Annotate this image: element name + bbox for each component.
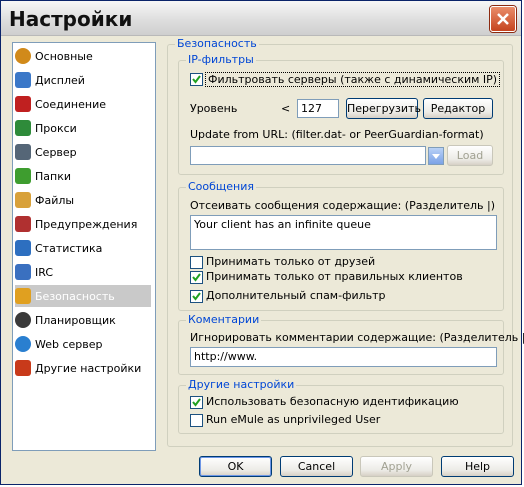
url-dropdown-button[interactable] <box>428 147 444 165</box>
check-icon <box>192 75 201 84</box>
security-title: Безопасность <box>175 37 259 50</box>
lock-icon <box>15 288 31 304</box>
comments-group: Коментарии Игнорировать комментарии соде… <box>178 313 524 375</box>
reload-button[interactable]: Перегрузить <box>346 98 421 119</box>
sidebar-item-label: Основные <box>35 49 93 63</box>
ipfilter-group: IP-фильтры Фильтровать серверы (также с … <box>178 53 504 175</box>
server-icon <box>15 144 31 160</box>
sidebar-item-label: Сервер <box>35 145 77 159</box>
statistics-icon <box>15 240 31 256</box>
sidebar-item-label: Прокси <box>35 121 77 135</box>
sidebar-item-folders[interactable]: Папки <box>15 165 151 187</box>
ok-button[interactable]: OK <box>199 456 272 477</box>
secure-id-label: Использовать безопасную идентификацию <box>206 395 459 408</box>
sidebar-item-label: Соединение <box>35 97 107 111</box>
check-icon <box>192 398 201 407</box>
sidebar-item-statistics[interactable]: Статистика <box>15 237 151 259</box>
sidebar-item-display[interactable]: Дисплей <box>15 69 151 91</box>
unprivileged-checkbox[interactable] <box>190 414 203 427</box>
secure-id-checkbox[interactable] <box>190 396 203 409</box>
editor-button[interactable]: Редактор <box>423 98 493 119</box>
sidebar-item-general[interactable]: Основные <box>15 45 151 67</box>
irc-icon <box>15 264 31 280</box>
load-button[interactable]: Load <box>447 145 493 166</box>
other-settings-title: Другие настройки <box>186 378 297 391</box>
sidebar-item-notifications[interactable]: Предупреждения <box>15 213 151 235</box>
close-icon <box>497 13 509 25</box>
level-label: Уровень <box>190 102 238 115</box>
sidebar-item-label: Другие настройки <box>35 361 142 375</box>
level-operator: < <box>281 102 291 115</box>
valid-clients-label: Принимать только от правильных клиентов <box>206 270 463 283</box>
settings-window: Настройки Основные Дисплей Соединение Пр… <box>0 0 524 485</box>
sidebar-item-label: Предупреждения <box>35 217 138 231</box>
friends-only-checkbox[interactable] <box>190 256 203 269</box>
gear-icon <box>15 48 31 64</box>
update-url-input[interactable] <box>190 146 426 165</box>
sidebar-item-server[interactable]: Сервер <box>15 141 151 163</box>
title-bar[interactable]: Настройки <box>1 1 521 36</box>
sidebar-item-connection[interactable]: Соединение <box>15 93 151 115</box>
files-icon <box>15 192 31 208</box>
apply-button[interactable]: Apply <box>360 456 433 477</box>
sidebar-item-label: Планировщик <box>35 313 116 327</box>
globe-icon <box>15 336 31 352</box>
messages-filter-input[interactable]: Your client has an infinite queue <box>190 215 497 250</box>
display-icon <box>15 72 31 88</box>
other-settings-group: Другие настройки Использовать безопасную… <box>178 378 504 434</box>
filter-servers-checkbox[interactable] <box>190 73 203 86</box>
sidebar-item-extended[interactable]: Другие настройки <box>15 357 151 379</box>
messages-group: Сообщения Отсеивать сообщения содержащие… <box>178 180 504 311</box>
filter-servers-label: Фильтровать серверы (также с динамически… <box>205 72 501 87</box>
warning-icon <box>15 216 31 232</box>
messages-filter-label: Отсеивать сообщения содержащие: (Раздели… <box>190 199 496 212</box>
check-icon <box>192 292 201 301</box>
sidebar-item-label: Файлы <box>35 193 75 207</box>
sidebar-item-security[interactable]: Безопасность <box>15 285 151 307</box>
check-icon <box>192 273 201 282</box>
sidebar-item-label: Дисплей <box>35 73 85 87</box>
sidebar-item-scheduler[interactable]: Планировщик <box>15 309 151 331</box>
window-title: Настройки <box>9 7 133 31</box>
sidebar-item-label: Статистика <box>35 241 103 255</box>
messages-title: Сообщения <box>186 180 257 193</box>
sidebar-item-proxy[interactable]: Прокси <box>15 117 151 139</box>
valid-clients-checkbox[interactable] <box>190 271 203 284</box>
unprivileged-label: Run eMule as unprivileged User <box>206 413 381 426</box>
sidebar-item-label: Папки <box>35 169 71 183</box>
friends-only-label: Принимать только от друзей <box>206 255 376 268</box>
ipfilter-title: IP-фильтры <box>186 53 256 66</box>
chevron-down-icon <box>432 154 440 159</box>
sidebar-item-files[interactable]: Файлы <box>15 189 151 211</box>
clock-icon <box>15 312 31 328</box>
sidebar: Основные Дисплей Соединение Прокси Серве… <box>12 42 156 451</box>
sidebar-item-irc[interactable]: IRC <box>15 261 151 283</box>
spam-filter-label: Дополнительный спам-фильтр <box>206 289 386 302</box>
level-input[interactable]: 127 <box>297 99 339 118</box>
sidebar-item-label: IRC <box>35 265 54 279</box>
comments-filter-input[interactable]: http://www. <box>190 347 497 367</box>
sidebar-item-webserver[interactable]: Web сервер <box>15 333 151 355</box>
proxy-icon <box>15 120 31 136</box>
network-icon <box>15 96 31 112</box>
comments-title: Коментарии <box>186 313 262 326</box>
sidebar-item-label: Web сервер <box>35 337 103 351</box>
spam-filter-checkbox[interactable] <box>190 290 203 303</box>
cancel-button[interactable]: Cancel <box>280 456 353 477</box>
comments-filter-label: Игнорировать комментарии содержащие: (Ра… <box>190 331 524 344</box>
security-group: Безопасность IP-фильтры Фильтровать серв… <box>167 37 524 447</box>
close-button[interactable] <box>490 6 516 32</box>
folder-icon <box>15 168 31 184</box>
help-button[interactable]: Help <box>441 456 514 477</box>
update-url-label: Update from URL: (filter.dat- or PeerGua… <box>190 128 484 141</box>
tools-icon <box>15 360 31 376</box>
sidebar-item-label: Безопасность <box>35 289 115 303</box>
